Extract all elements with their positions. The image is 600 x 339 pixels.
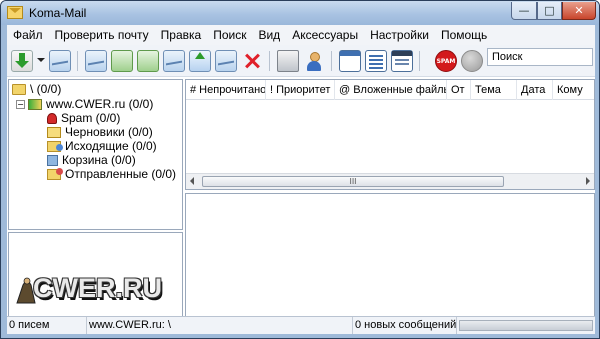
toolbar-separator	[331, 51, 332, 71]
client-area: Файл Проверить почту Правка Поиск Вид Ак…	[7, 25, 595, 334]
search-input[interactable]: Поиск	[487, 48, 593, 66]
get-mail-icon[interactable]	[11, 50, 33, 72]
print-icon[interactable]	[277, 50, 299, 72]
menu-bar: Файл Проверить почту Правка Поиск Вид Ак…	[7, 25, 595, 45]
menu-help[interactable]: Помощь	[435, 25, 493, 45]
panel-icon[interactable]	[391, 50, 413, 72]
tree-item-drafts[interactable]: Черновики (0/0)	[47, 125, 153, 139]
toolbar-separator	[77, 51, 78, 71]
scroll-right-icon[interactable]	[586, 177, 590, 185]
close-button[interactable]: ✕	[562, 2, 596, 20]
folder-icon	[12, 83, 26, 95]
minimize-button[interactable]: —	[511, 2, 537, 20]
status-count: 0 писем	[7, 317, 87, 334]
window-icon[interactable]	[339, 50, 361, 72]
col-priority[interactable]: ! Приоритет	[266, 80, 335, 100]
menu-check-mail[interactable]: Проверить почту	[49, 25, 155, 45]
delete-icon[interactable]	[241, 50, 263, 72]
collapse-icon[interactable]: −	[16, 99, 25, 109]
send-receive-icon[interactable]	[49, 50, 71, 72]
toolbar-separator	[419, 51, 420, 71]
menu-accessories[interactable]: Аксессуары	[286, 25, 364, 45]
tree-item-label: Исходящие (0/0)	[65, 139, 157, 153]
tree-item-trash[interactable]: Корзина (0/0)	[47, 153, 136, 167]
message-preview[interactable]	[185, 193, 595, 333]
tree-root-label: \ (0/0)	[30, 82, 62, 96]
outbox-folder-icon	[47, 140, 63, 152]
tree-item-outbox[interactable]: Исходящие (0/0)	[47, 139, 157, 153]
folder-tree: \ (0/0) − www.CWER.ru (0/0) Spam (0/0) Ч…	[8, 79, 183, 230]
drafts-folder-icon	[47, 126, 61, 138]
menu-file[interactable]: Файл	[7, 25, 49, 45]
reply-icon[interactable]	[111, 50, 133, 72]
window-title: Koma-Mail	[29, 6, 87, 20]
tree-account-label: www.CWER.ru (0/0)	[46, 97, 154, 111]
trash-folder-icon	[47, 154, 58, 166]
upload-icon[interactable]	[189, 50, 211, 72]
col-unread[interactable]: # Непрочитано	[186, 80, 266, 100]
new-message-icon[interactable]	[85, 50, 107, 72]
forward-icon[interactable]	[163, 50, 185, 72]
tree-item-label: Spam (0/0)	[61, 111, 121, 125]
toolbar-separator	[269, 51, 270, 71]
col-date[interactable]: Дата	[517, 80, 553, 100]
progress-bar	[459, 320, 593, 331]
status-new: 0 новых сообщений	[353, 317, 457, 334]
tree-root[interactable]: \ (0/0)	[12, 82, 61, 96]
menu-settings[interactable]: Настройки	[364, 25, 435, 45]
scroll-thumb[interactable]: III	[202, 176, 504, 187]
tree-item-label: Черновики (0/0)	[65, 125, 153, 139]
mark-icon[interactable]	[215, 50, 237, 72]
spam-folder-icon	[47, 112, 57, 124]
title-bar[interactable]: Koma-Mail — □ ✕	[1, 1, 599, 25]
message-list: # Непрочитано ! Приоритет @ Вложенные фа…	[185, 79, 595, 190]
envelope-icon	[7, 6, 23, 19]
status-icon[interactable]	[461, 50, 483, 72]
menu-view[interactable]: Вид	[252, 25, 286, 45]
column-header: # Непрочитано ! Приоритет @ Вложенные фа…	[186, 80, 594, 100]
col-from[interactable]: От	[447, 80, 471, 100]
tree-item-spam[interactable]: Spam (0/0)	[47, 111, 120, 125]
main-window: Koma-Mail — □ ✕ Файл Проверить почту Пра…	[0, 0, 600, 339]
status-path: www.CWER.ru: \	[87, 317, 353, 334]
tree-item-sent[interactable]: Отправленные (0/0)	[47, 167, 176, 181]
spam-icon[interactable]: SPAM	[435, 50, 457, 72]
maximize-button[interactable]: □	[537, 2, 562, 20]
scroll-left-icon[interactable]	[190, 177, 194, 185]
address-book-icon[interactable]	[303, 50, 325, 72]
menu-edit[interactable]: Правка	[155, 25, 208, 45]
chevron-down-icon[interactable]	[37, 58, 45, 62]
list-icon[interactable]	[365, 50, 387, 72]
tree-account[interactable]: − www.CWER.ru (0/0)	[16, 97, 153, 111]
menu-search[interactable]: Поиск	[207, 25, 252, 45]
tree-item-label: Корзина (0/0)	[62, 153, 136, 167]
col-to[interactable]: Кому	[553, 80, 594, 100]
cwer-logo: CWER.RU	[33, 273, 162, 303]
col-subject[interactable]: Тема	[471, 80, 517, 100]
status-bar: 0 писем www.CWER.ru: \ 0 новых сообщений	[7, 316, 595, 334]
horizontal-scrollbar[interactable]: III	[186, 173, 594, 189]
toolbar: SPAM Поиск	[7, 45, 595, 77]
col-attachments[interactable]: @ Вложенные файлы	[335, 80, 447, 100]
tree-item-label: Отправленные (0/0)	[65, 167, 177, 181]
mailbox-icon	[28, 98, 42, 110]
sent-folder-icon	[47, 167, 63, 180]
reply-all-icon[interactable]	[137, 50, 159, 72]
